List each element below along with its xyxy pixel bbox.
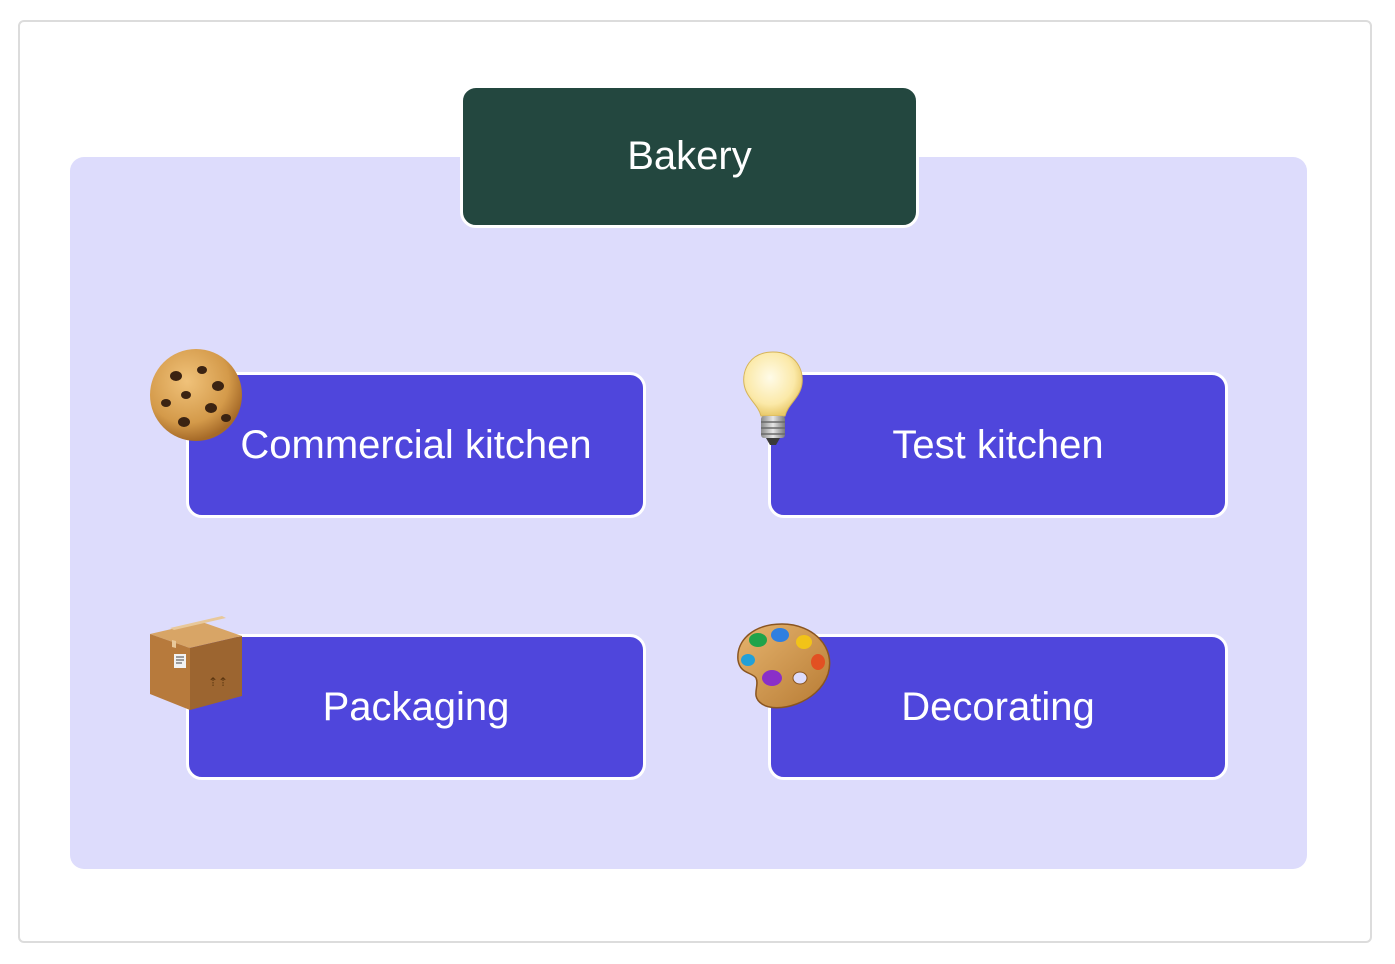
artist-palette-icon xyxy=(737,623,831,709)
node-label: Test kitchen xyxy=(892,423,1104,467)
node-label: Packaging xyxy=(322,685,510,729)
title-node[interactable]: Bakery xyxy=(460,85,919,228)
svg-text:⇡⇡: ⇡⇡ xyxy=(208,675,228,689)
cookie-icon xyxy=(150,349,242,441)
node-test-kitchen[interactable]: Test kitchen xyxy=(768,372,1228,518)
node-label: Commercial kitchen xyxy=(240,423,592,467)
node-packaging[interactable]: Packaging xyxy=(186,634,646,780)
lightbulb-icon xyxy=(743,351,803,445)
package-box-icon: ⇡⇡ xyxy=(150,616,242,710)
node-commercial-kitchen[interactable]: Commercial kitchen xyxy=(186,372,646,518)
node-decorating[interactable]: Decorating xyxy=(768,634,1228,780)
title-label: Bakery xyxy=(627,134,752,178)
node-label: Decorating xyxy=(901,685,1095,729)
